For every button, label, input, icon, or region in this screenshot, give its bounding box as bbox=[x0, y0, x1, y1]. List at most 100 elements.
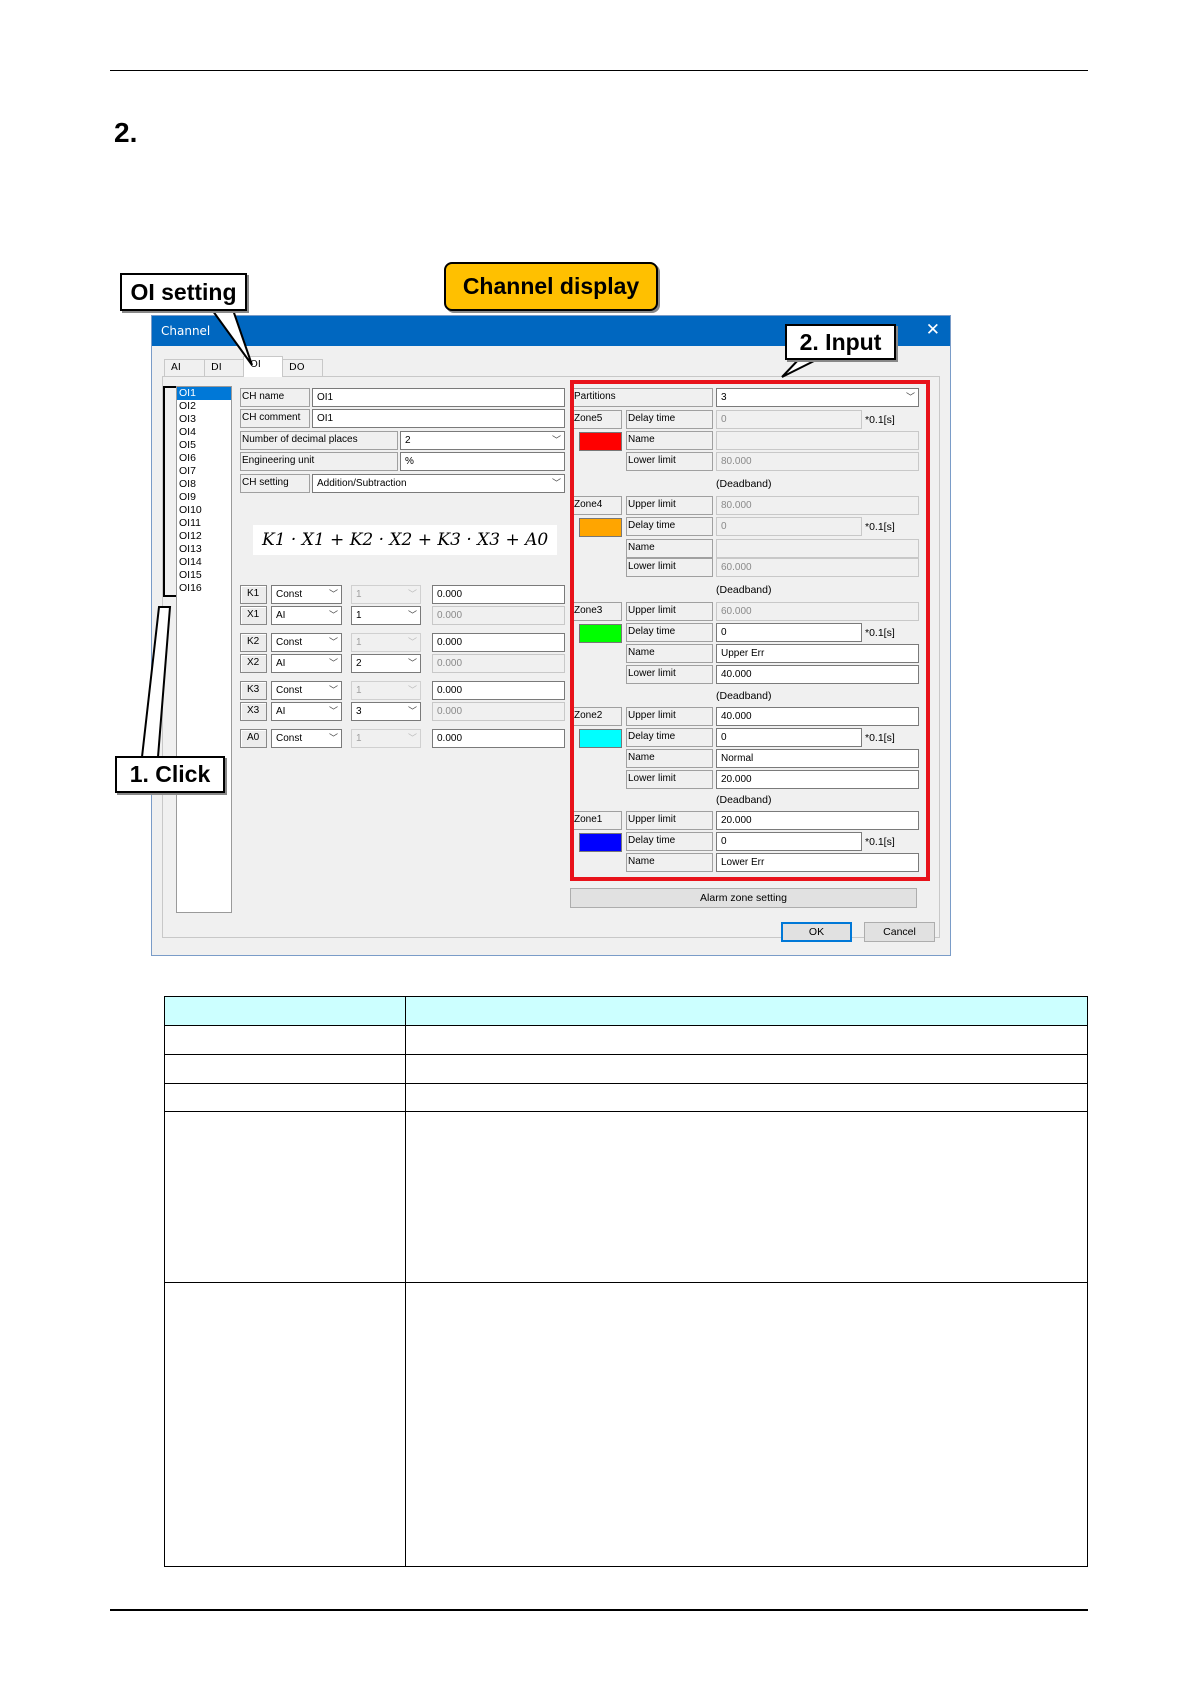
table-row bbox=[164, 1083, 1088, 1112]
term-type-value: Const bbox=[276, 589, 303, 600]
decimal-places-label: Number of decimal places bbox=[240, 431, 398, 450]
term-num-value: 2 bbox=[356, 658, 362, 669]
ch-comment-input[interactable]: OI1 bbox=[312, 409, 565, 428]
term-label: K1 bbox=[240, 585, 267, 604]
term-value-input[interactable]: 0.000 bbox=[432, 702, 565, 721]
table-cell bbox=[405, 1282, 1088, 1567]
term-type-select[interactable]: Const ﹀ bbox=[271, 681, 342, 700]
term-num-value: 1 bbox=[356, 637, 362, 648]
term-type-value: AI bbox=[276, 706, 286, 717]
chevron-down-icon: ﹀ bbox=[407, 685, 417, 695]
list-item[interactable]: OI2 bbox=[177, 400, 231, 413]
table-cell bbox=[164, 1054, 406, 1084]
table-cell bbox=[164, 1083, 406, 1112]
list-item[interactable]: OI13 bbox=[177, 543, 231, 556]
formula-display: K1 · X1 + K2 · X2 + K3 · X3 + A0 bbox=[253, 525, 557, 555]
term-label: X3 bbox=[240, 702, 267, 721]
table-cell bbox=[405, 1111, 1088, 1283]
term-type-value: AI bbox=[276, 658, 286, 669]
list-item[interactable]: OI10 bbox=[177, 504, 231, 517]
list-item[interactable]: OI14 bbox=[177, 556, 231, 569]
term-num-select[interactable]: 1 ﹀ bbox=[351, 681, 421, 700]
table-cell bbox=[405, 1054, 1088, 1084]
term-num-value: 1 bbox=[356, 610, 362, 621]
term-num-select[interactable]: 3 ﹀ bbox=[351, 702, 421, 721]
close-icon[interactable]: ✕ bbox=[926, 320, 940, 340]
term-num-select[interactable]: 1 ﹀ bbox=[351, 585, 421, 604]
cancel-button[interactable]: Cancel bbox=[864, 922, 935, 942]
term-num-select[interactable]: 1 ﹀ bbox=[351, 606, 421, 625]
input-highlight-frame bbox=[570, 380, 930, 881]
table-row bbox=[164, 1111, 1088, 1283]
table-cell bbox=[405, 1083, 1088, 1112]
term-value-input[interactable]: 0.000 bbox=[432, 633, 565, 652]
dialog-title: Channel bbox=[161, 324, 211, 338]
term-type-select[interactable]: Const ﹀ bbox=[271, 585, 342, 604]
term-type-select[interactable]: AI ﹀ bbox=[271, 702, 342, 721]
term-type-select[interactable]: Const ﹀ bbox=[271, 729, 342, 748]
chevron-down-icon: ﹀ bbox=[407, 637, 417, 647]
tab-oi[interactable]: OI bbox=[243, 356, 283, 377]
term-num-select[interactable]: 1 ﹀ bbox=[351, 729, 421, 748]
term-type-select[interactable]: AI ﹀ bbox=[271, 654, 342, 673]
decimal-places-select[interactable]: 2 ﹀ bbox=[400, 431, 565, 450]
chevron-down-icon: ﹀ bbox=[551, 435, 561, 445]
term-type-value: AI bbox=[276, 610, 286, 621]
term-num-select[interactable]: 1 ﹀ bbox=[351, 633, 421, 652]
table-row bbox=[164, 1054, 1088, 1084]
term-type-select[interactable]: Const ﹀ bbox=[271, 633, 342, 652]
list-item[interactable]: OI11 bbox=[177, 517, 231, 530]
table-cell bbox=[164, 996, 406, 1026]
term-num-select[interactable]: 2 ﹀ bbox=[351, 654, 421, 673]
click-callout: 1. Click bbox=[115, 756, 225, 793]
list-item[interactable]: OI7 bbox=[177, 465, 231, 478]
term-type-select[interactable]: AI ﹀ bbox=[271, 606, 342, 625]
chevron-down-icon: ﹀ bbox=[328, 685, 338, 695]
list-item[interactable]: OI3 bbox=[177, 413, 231, 426]
term-type-value: Const bbox=[276, 733, 303, 744]
table-cell bbox=[164, 1025, 406, 1055]
chevron-down-icon: ﹀ bbox=[407, 610, 417, 620]
list-item[interactable]: OI15 bbox=[177, 569, 231, 582]
table-row bbox=[164, 1025, 1088, 1055]
ch-setting-select[interactable]: Addition/Subtraction ﹀ bbox=[312, 474, 565, 493]
ch-comment-label: CH comment bbox=[240, 409, 310, 428]
ch-name-input[interactable]: OI1 bbox=[312, 388, 565, 407]
list-item[interactable]: OI9 bbox=[177, 491, 231, 504]
table-cell bbox=[405, 996, 1088, 1026]
term-label: X1 bbox=[240, 606, 267, 625]
chevron-down-icon: ﹀ bbox=[407, 733, 417, 743]
term-value-input[interactable]: 0.000 bbox=[432, 606, 565, 625]
term-label: A0 bbox=[240, 729, 267, 748]
tab-do[interactable]: DO bbox=[282, 359, 323, 376]
term-value-input[interactable]: 0.000 bbox=[432, 654, 565, 673]
engineering-unit-input[interactable]: % bbox=[400, 452, 565, 471]
tab-ai[interactable]: AI bbox=[164, 359, 205, 376]
channel-list[interactable]: OI1 OI2 OI3 OI4 OI5 OI6 OI7 OI8 OI9 OI10… bbox=[176, 386, 232, 913]
list-item[interactable]: OI12 bbox=[177, 530, 231, 543]
term-type-value: Const bbox=[276, 685, 303, 696]
ok-button[interactable]: OK bbox=[781, 922, 852, 942]
ch-setting-value: Addition/Subtraction bbox=[317, 478, 407, 489]
list-item[interactable]: OI5 bbox=[177, 439, 231, 452]
alarm-zone-setting-button[interactable]: Alarm zone setting bbox=[570, 888, 917, 908]
term-label: X2 bbox=[240, 654, 267, 673]
ch-setting-label: CH setting bbox=[240, 474, 310, 493]
list-item[interactable]: OI8 bbox=[177, 478, 231, 491]
oi-setting-callout: OI setting bbox=[120, 273, 247, 311]
list-item[interactable]: OI16 bbox=[177, 582, 231, 595]
chevron-down-icon: ﹀ bbox=[328, 589, 338, 599]
list-item[interactable]: OI1 bbox=[177, 387, 231, 400]
decimal-places-value: 2 bbox=[405, 435, 411, 446]
table-row bbox=[164, 1282, 1088, 1567]
term-label: K3 bbox=[240, 681, 267, 700]
table-header-row bbox=[164, 996, 1088, 1026]
tab-di[interactable]: DI bbox=[204, 359, 244, 376]
list-item[interactable]: OI6 bbox=[177, 452, 231, 465]
list-item[interactable]: OI4 bbox=[177, 426, 231, 439]
table-cell bbox=[164, 1282, 406, 1567]
term-value-input[interactable]: 0.000 bbox=[432, 585, 565, 604]
term-value-input[interactable]: 0.000 bbox=[432, 729, 565, 748]
term-value-input[interactable]: 0.000 bbox=[432, 681, 565, 700]
settings-table bbox=[164, 996, 1088, 1567]
